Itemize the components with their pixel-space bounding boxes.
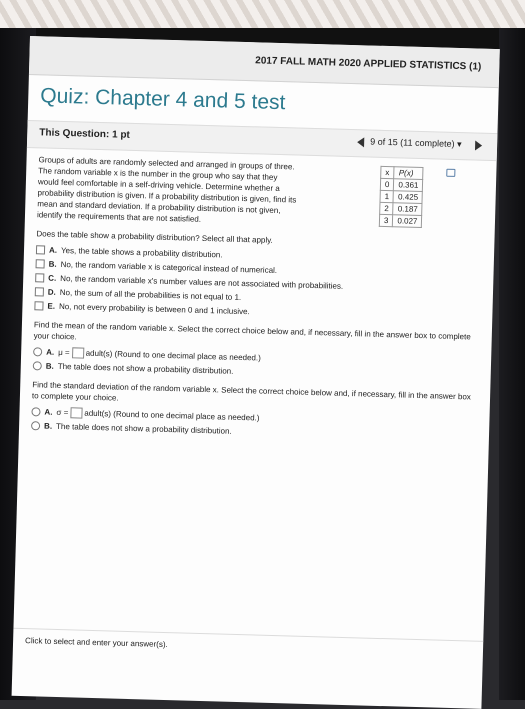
choice-a-checkbox[interactable] (35, 245, 46, 255)
probability-table: x P(x) 0 0.361 1 0.425 2 0.187 3 0.027 (379, 166, 424, 228)
table-header-px: P(x) (394, 166, 424, 180)
table-cell: 0.361 (393, 178, 424, 192)
table-header-x: x (380, 166, 395, 179)
table-row: 2 0.187 (379, 202, 423, 216)
sd-answer-input[interactable] (70, 407, 83, 419)
quiz-title: Quiz: Chapter 4 and 5 test (40, 84, 286, 115)
choice-letter: C. (48, 273, 57, 283)
choice-letter: B. (43, 421, 53, 431)
table-cell: 0.027 (392, 214, 423, 228)
question-progress-dropdown[interactable]: 9 of 15 (11 complete) ▾ (370, 137, 462, 151)
sd-choice-a-radio[interactable] (31, 407, 41, 417)
previous-question-icon[interactable] (357, 137, 365, 148)
choice-c-checkbox[interactable] (35, 273, 45, 283)
table-cell: 2 (379, 202, 394, 215)
choice-text: No, not every probability is between 0 a… (58, 301, 250, 317)
sd-choice-b-text: The table does not show a probability di… (55, 421, 232, 436)
mean-answer-input[interactable] (71, 347, 84, 359)
choice-text: No, the sum of all the probabilities is … (59, 287, 242, 302)
course-title: 2017 FALL MATH 2020 APPLIED STATISTICS (… (255, 55, 482, 73)
table-header-row: x P(x) (380, 166, 424, 180)
laptop-bezel-right (499, 28, 525, 700)
table-row: 3 0.027 (379, 214, 423, 228)
problem-statement: Groups of adults are randomly selected a… (37, 154, 349, 229)
next-question-icon[interactable] (474, 140, 483, 151)
table-cell: 3 (379, 214, 394, 227)
table-cell: 0.187 (393, 202, 423, 216)
mean-symbol: μ = (58, 347, 70, 358)
choice-letter: E. (47, 301, 56, 311)
mean-choice-b-text: The table does not show a probability di… (57, 361, 234, 376)
footer-instruction: Click to select and enter your answer(s)… (24, 636, 168, 650)
mean-choice-a-suffix: adult(s) (Round to one decimal place as … (85, 348, 261, 363)
table-cell: 1 (379, 190, 394, 203)
choice-letter: A. (44, 407, 53, 417)
choice-letter: D. (47, 287, 56, 297)
question-bar: This Question: 1 pt 9 of 15 (11 complete… (26, 119, 498, 162)
choice-e-checkbox[interactable] (34, 301, 44, 311)
table-row: 0 0.361 (380, 178, 424, 192)
progress-text: 9 of 15 (11 complete) (370, 136, 455, 149)
choice-d-checkbox[interactable] (34, 287, 44, 297)
chevron-down-icon: ▾ (456, 138, 462, 150)
copy-table-icon[interactable] (446, 168, 456, 177)
choice-b-checkbox[interactable] (35, 259, 45, 269)
table-cell: 0 (380, 178, 395, 191)
sd-choice-b-radio[interactable] (30, 421, 41, 431)
question-points-label: This Question: 1 pt (39, 127, 130, 141)
table-cell: 0.425 (393, 190, 423, 204)
sd-choice-a-suffix: adult(s) (Round to one decimal place as … (84, 408, 260, 423)
choice-letter: A. (46, 347, 55, 357)
table-row: 1 0.425 (379, 190, 423, 204)
choice-text: Yes, the table shows a probability distr… (60, 245, 223, 260)
choice-letter: B. (45, 361, 54, 371)
choice-letter: B. (48, 259, 57, 269)
question-content: Groups of adults are randomly selected a… (30, 154, 479, 446)
browser-screen: 2017 FALL MATH 2020 APPLIED STATISTICS (… (11, 36, 500, 709)
mean-choice-a-radio[interactable] (33, 347, 43, 357)
choice-letter: A. (48, 245, 58, 255)
mean-choice-b-radio[interactable] (32, 361, 42, 371)
sigma-symbol: σ = (56, 407, 69, 418)
